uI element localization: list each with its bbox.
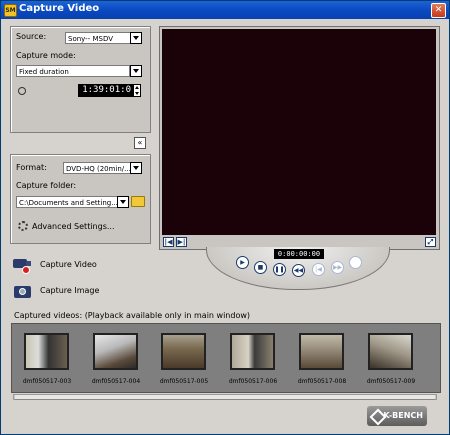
format-label: Format:: [16, 163, 47, 172]
previous-frame-button[interactable]: |◀: [163, 237, 174, 247]
play-button[interactable]: ▶: [236, 256, 249, 269]
thumbnail-caption: dmf050517-008: [297, 378, 347, 385]
capture-mode-select[interactable]: Fixed duration: [16, 65, 130, 77]
thumbnail-caption: dmf050517-004: [91, 378, 141, 385]
thumbnail[interactable]: [368, 333, 413, 370]
capture-video-action[interactable]: Capture Video: [13, 255, 133, 279]
source-label: Source:: [16, 32, 47, 41]
advanced-settings-link[interactable]: Advanced Settings...: [32, 222, 115, 231]
app-icon: SM: [4, 4, 17, 17]
thumbnail[interactable]: [24, 333, 69, 370]
capture-folder-select[interactable]: C:\Documents and Setting...: [16, 196, 118, 208]
fast-forward-button[interactable]: ▶▶: [331, 261, 344, 274]
expand-preview-button[interactable]: ⤢: [425, 237, 436, 247]
thumbnail-caption: dmf050517-005: [159, 378, 209, 385]
close-button[interactable]: ✕: [431, 3, 446, 18]
scrollbar-thumb[interactable]: [15, 395, 435, 400]
camera-icon: [13, 282, 33, 300]
video-preview: [162, 29, 436, 235]
source-dropdown-arrow[interactable]: [130, 32, 142, 44]
capture-mode-label: Capture mode:: [16, 51, 76, 60]
duration-field[interactable]: 1:39:01:0: [78, 84, 133, 97]
gear-icon: [18, 221, 28, 231]
brand-watermark: K-BENCH: [367, 406, 427, 426]
thumbnail[interactable]: [161, 333, 206, 370]
capture-image-label: Capture Image: [40, 286, 100, 295]
pause-button[interactable]: ❚❚: [273, 263, 286, 276]
thumbnail-caption: dmf050517-009: [366, 378, 416, 385]
previous-button[interactable]: |◀: [312, 263, 325, 276]
preview-panel: |◀ ▶| ⤢: [159, 26, 440, 250]
next-button[interactable]: [349, 256, 362, 269]
thumbnail[interactable]: [93, 333, 138, 370]
thumbnail[interactable]: [230, 333, 275, 370]
window-title: Capture Video: [19, 3, 100, 14]
video-camera-icon: [13, 256, 33, 274]
capture-video-window: SM Capture Video ✕ Source: Sony-- MSDV C…: [0, 0, 450, 435]
thumbnail-caption: dmf050517-006: [228, 378, 278, 385]
captured-videos-strip: dmf050517-003 dmf050517-004 dmf050517-00…: [11, 323, 441, 393]
source-select[interactable]: Sony-- MSDV: [65, 32, 131, 44]
next-frame-button[interactable]: ▶|: [176, 237, 187, 247]
duration-spinner[interactable]: [133, 84, 141, 97]
capture-video-label: Capture Video: [40, 260, 97, 269]
capture-mode-dropdown-arrow[interactable]: [130, 65, 142, 77]
thumbnail-caption: dmf050517-003: [22, 378, 72, 385]
capture-folder-label: Capture folder:: [16, 181, 77, 190]
rewind-button[interactable]: ◀◀: [292, 264, 305, 277]
browse-folder-icon[interactable]: [131, 196, 145, 207]
capture-folder-dropdown-arrow[interactable]: [117, 196, 129, 208]
clock-icon: [18, 87, 26, 95]
horizontal-scrollbar[interactable]: [13, 394, 437, 400]
title-bar[interactable]: SM Capture Video ✕: [1, 1, 449, 19]
stop-button[interactable]: ■: [254, 261, 267, 274]
capture-image-action[interactable]: Capture Image: [13, 281, 133, 305]
collapse-button[interactable]: «: [134, 137, 146, 149]
format-select[interactable]: DVD-HQ (20min/...: [63, 162, 131, 174]
captured-videos-label: Captured videos: (Playback available onl…: [14, 311, 251, 320]
thumbnail[interactable]: [299, 333, 344, 370]
timecode-display: 0:00:00:00 ↕: [274, 249, 324, 268]
format-dropdown-arrow[interactable]: [130, 162, 142, 174]
